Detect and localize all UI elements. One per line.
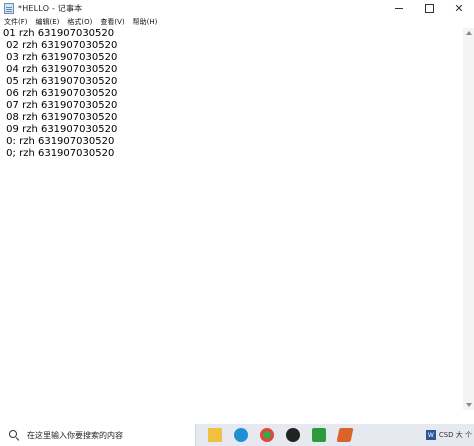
- system-tray: W CSD 大 个: [425, 424, 472, 446]
- tray-text: CSD 大 个: [438, 431, 472, 439]
- vertical-scrollbar[interactable]: [463, 28, 474, 410]
- qq-icon[interactable]: [286, 428, 300, 442]
- window-controls: ✕: [384, 0, 474, 17]
- notepad-icon: [4, 3, 14, 14]
- minimize-button[interactable]: [384, 0, 414, 17]
- text-line: 01 rzh 631907030520: [3, 28, 115, 39]
- scroll-down-button[interactable]: [463, 400, 474, 410]
- wps-icon[interactable]: [312, 428, 326, 442]
- scroll-up-button[interactable]: [463, 28, 474, 38]
- text-line: 04 rzh 631907030520: [3, 64, 118, 75]
- pinned-apps: [202, 428, 358, 442]
- text-line: 03 rzh 631907030520: [3, 52, 118, 63]
- text-line: 08 rzh 631907030520: [3, 112, 118, 123]
- menu-help[interactable]: 帮助(H): [129, 17, 162, 28]
- edge-icon[interactable]: [234, 428, 248, 442]
- text-line: 0; rzh 631907030520: [3, 148, 115, 159]
- text-line: 07 rzh 631907030520: [3, 100, 118, 111]
- maximize-button[interactable]: [414, 0, 444, 17]
- close-button[interactable]: ✕: [444, 0, 474, 17]
- matlab-icon[interactable]: [336, 428, 354, 442]
- search-icon: [9, 429, 20, 441]
- taskbar-search[interactable]: 在这里输入你要搜索的内容: [0, 424, 196, 446]
- text-line: 06 rzh 631907030520: [3, 88, 118, 99]
- text-line: 0: rzh 631907030520: [3, 136, 115, 147]
- search-placeholder: 在这里输入你要搜索的内容: [27, 430, 123, 440]
- taskbar: 在这里输入你要搜索的内容 W CSD 大 个: [0, 424, 474, 446]
- window-title: *HELLO - 记事本: [18, 4, 83, 13]
- chrome-icon[interactable]: [260, 428, 274, 442]
- text-line: 05 rzh 631907030520: [3, 76, 118, 87]
- text-editor-area[interactable]: 01 rzh 631907030520 02 rzh 631907030520 …: [0, 28, 463, 410]
- menu-file[interactable]: 文件(F): [0, 17, 32, 28]
- menu-format[interactable]: 格式(O): [63, 17, 96, 28]
- text-line: 09 rzh 631907030520: [3, 124, 118, 135]
- folder-icon[interactable]: [208, 428, 222, 442]
- menu-edit[interactable]: 编辑(E): [32, 17, 64, 28]
- menu-bar: 文件(F) 编辑(E) 格式(O) 查看(V) 帮助(H): [0, 17, 474, 28]
- word-icon[interactable]: W: [425, 430, 436, 440]
- arrow-down-icon: [465, 403, 472, 407]
- arrow-up-icon: [465, 31, 472, 35]
- editor-bottom-area: [0, 410, 474, 424]
- text-line: 02 rzh 631907030520: [3, 40, 118, 51]
- menu-view[interactable]: 查看(V): [96, 17, 128, 28]
- title-bar: *HELLO - 记事本 ✕: [0, 0, 474, 17]
